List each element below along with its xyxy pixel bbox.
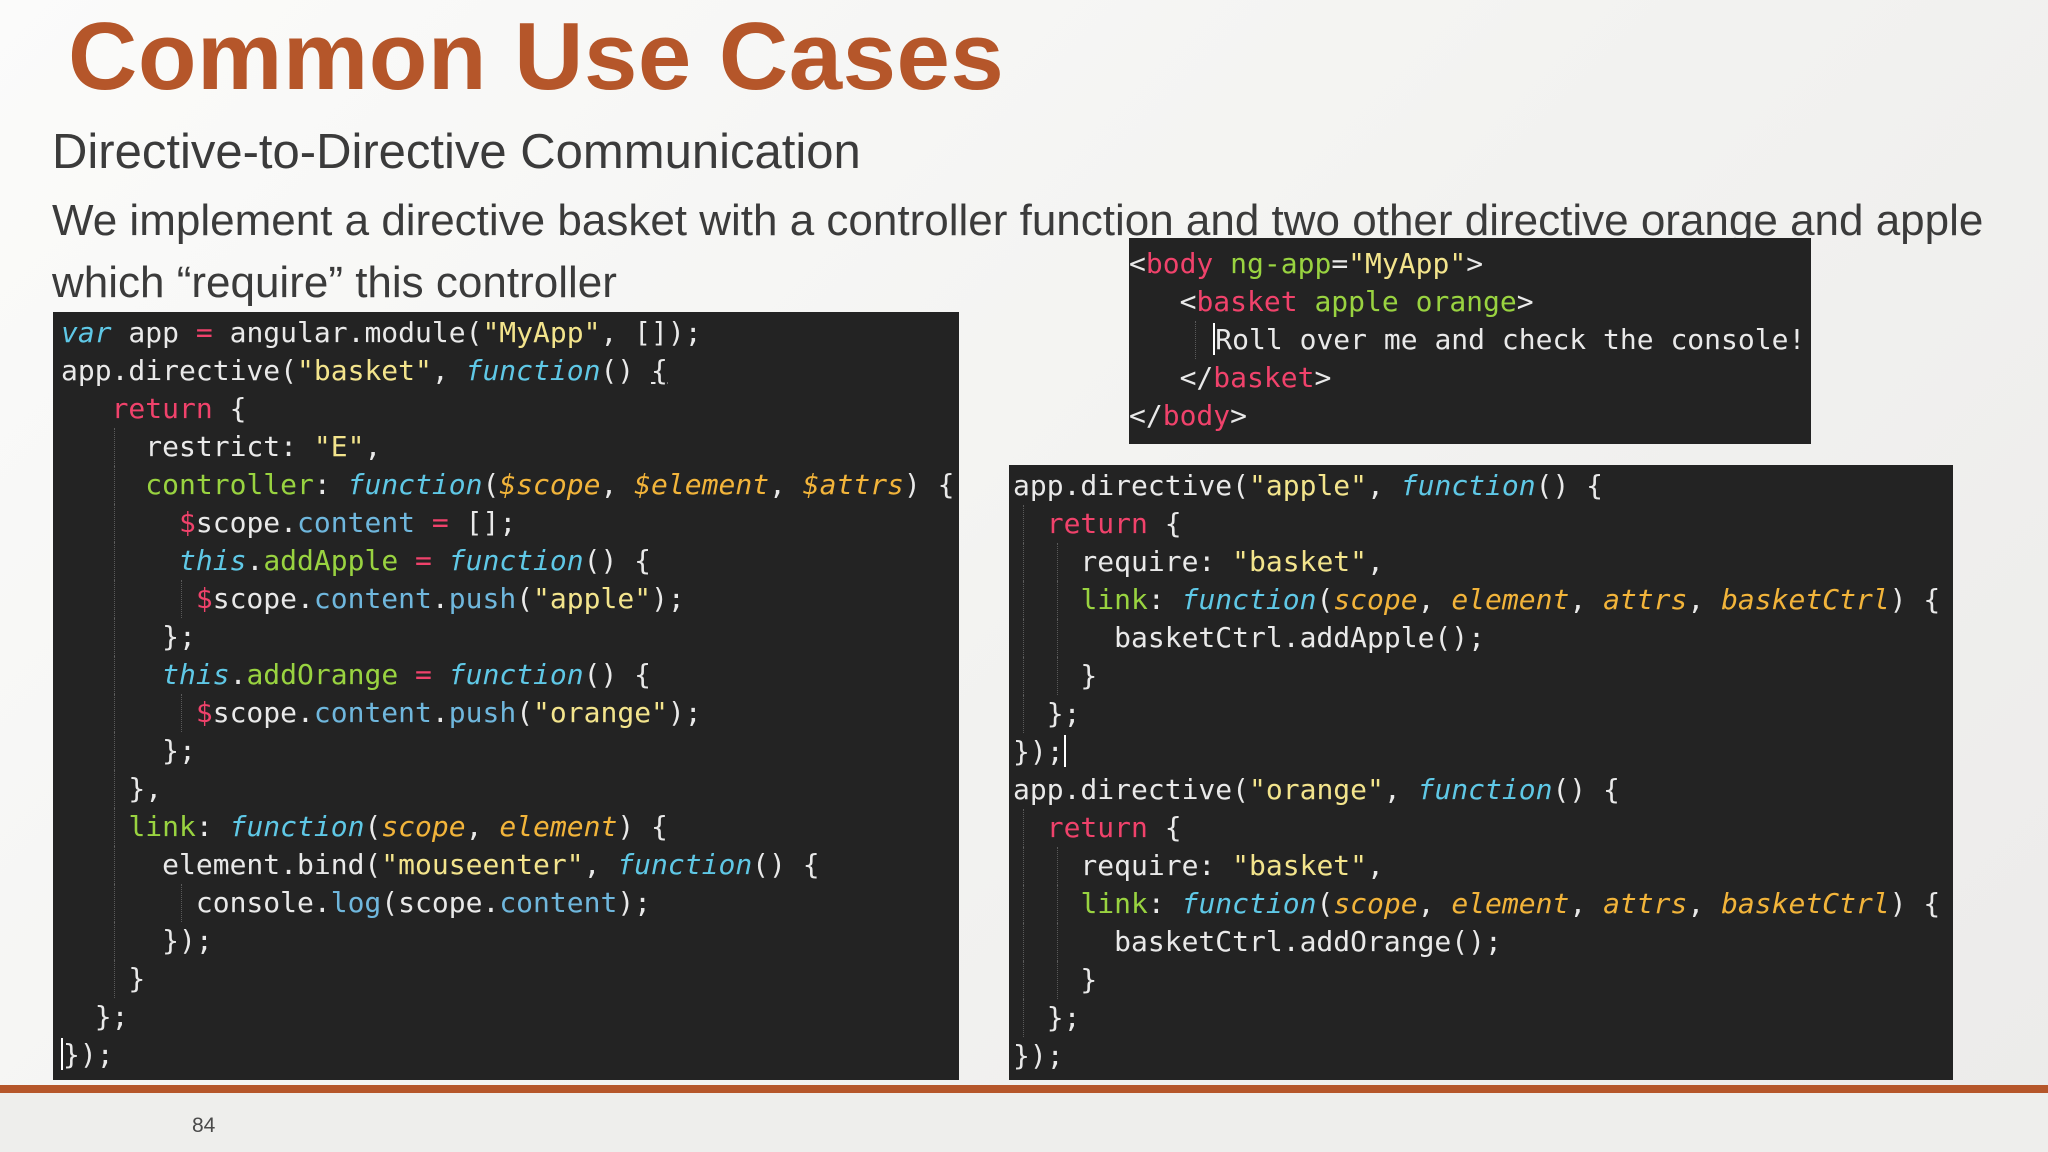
code-line: return { xyxy=(1013,505,1953,543)
code-line: } xyxy=(61,960,959,998)
code-line: basketCtrl.addOrange(); xyxy=(1013,923,1953,961)
footer-bar xyxy=(0,1093,2048,1152)
code-line: this.addApple = function() { xyxy=(61,542,959,580)
code-line: app.directive("apple", function() { xyxy=(1013,469,1604,502)
code-line: $scope.content.push("orange"); xyxy=(61,694,959,732)
code-line: link: function(scope, element, attrs, ba… xyxy=(1013,581,1953,619)
code-line: this.addOrange = function() { xyxy=(61,656,959,694)
code-line: } xyxy=(1013,657,1953,695)
apple-orange-directives-code[interactable]: app.directive("apple", function() { retu… xyxy=(1009,465,1953,1080)
code-line: }; xyxy=(61,618,959,656)
code-line: element.bind("mouseenter", function() { xyxy=(61,846,959,884)
code-line: require: "basket", xyxy=(1013,847,1953,885)
code-line: $scope.content.push("apple"); xyxy=(61,580,959,618)
html-markup-code[interactable]: <body ng-app="MyApp"> <basket apple oran… xyxy=(1129,238,1811,444)
code-line: require: "basket", xyxy=(1013,543,1953,581)
code-line: Roll over me and check the console! xyxy=(1129,321,1811,359)
text-cursor xyxy=(1213,323,1216,355)
code-line: link: function(scope, element, attrs, ba… xyxy=(1013,885,1953,923)
code-line: app.directive("basket", function() { xyxy=(61,354,668,387)
code-line: }; xyxy=(61,732,959,770)
text-cursor xyxy=(1063,735,1066,767)
code-line: basketCtrl.addApple(); xyxy=(1013,619,1953,657)
code-line: }; xyxy=(61,1000,129,1033)
code-line: }); xyxy=(1013,735,1066,768)
slide-subtitle: Directive-to-Directive Communication xyxy=(52,125,861,179)
code-line: }); xyxy=(61,922,959,960)
code-line: return { xyxy=(111,392,247,425)
code-line: }); xyxy=(1013,1039,1064,1072)
code-line: }); xyxy=(61,1038,114,1071)
footer-accent-line xyxy=(0,1085,2048,1093)
code-line: <basket apple orange> xyxy=(1129,285,1534,318)
code-line: return { xyxy=(1013,809,1953,847)
code-line: controller: function($scope, $element, $… xyxy=(61,466,959,504)
code-line: restrict: "E", xyxy=(61,428,959,466)
code-line: }; xyxy=(1013,999,1953,1037)
code-line: var app = angular.module("MyApp", []); xyxy=(61,316,702,349)
code-line: </body> xyxy=(1129,399,1248,432)
code-line: link: function(scope, element) { xyxy=(61,808,959,846)
slide-title: Common Use Cases xyxy=(68,3,1005,110)
code-line: }, xyxy=(61,770,959,808)
code-line: }; xyxy=(1013,695,1953,733)
code-line: <body ng-app="MyApp"> xyxy=(1129,247,1484,280)
code-line: app.directive("orange", function() { xyxy=(1013,773,1620,806)
page-number: 84 xyxy=(192,1114,216,1137)
code-line: $scope.content = []; xyxy=(61,504,959,542)
code-line: </basket> xyxy=(1129,361,1332,394)
text-cursor xyxy=(61,1038,63,1070)
code-line: } xyxy=(1013,961,1953,999)
basket-directive-code[interactable]: var app = angular.module("MyApp", []); ap… xyxy=(53,312,959,1080)
code-line: console.log(scope.content); xyxy=(61,884,959,922)
